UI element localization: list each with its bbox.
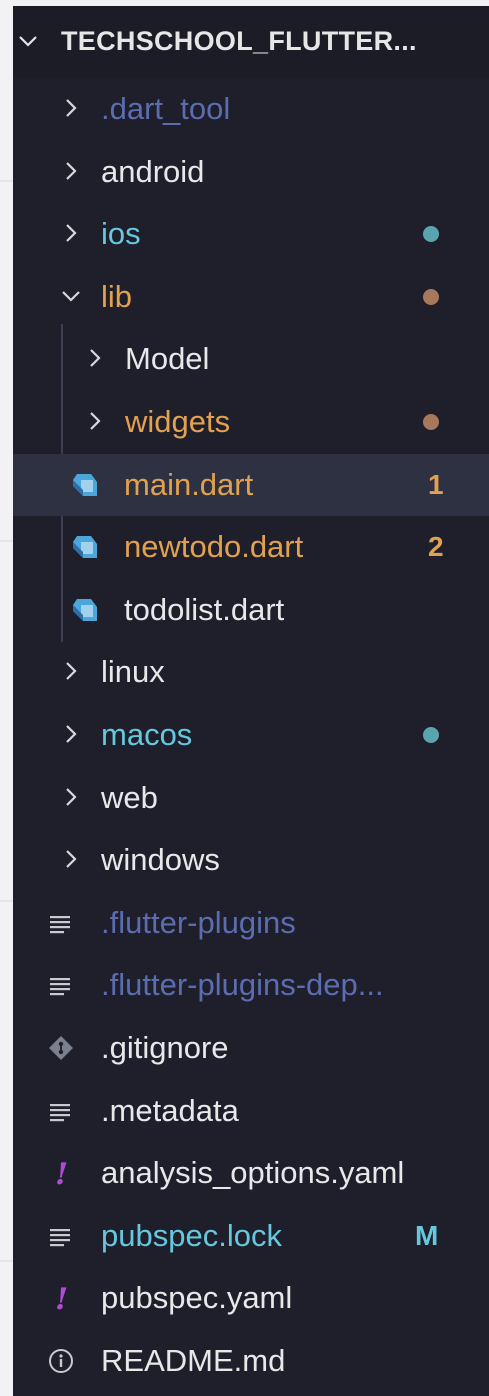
- file-row-todolist-dart[interactable]: todolist.dart: [13, 579, 489, 641]
- text-lines-icon: [50, 915, 70, 933]
- folder-row-widgets[interactable]: widgets: [13, 391, 489, 453]
- file-row-gitignore[interactable]: .gitignore: [13, 1017, 489, 1079]
- chevron-right-icon: [66, 787, 77, 806]
- dart-icon: [73, 536, 97, 559]
- item-label: main.dart: [124, 466, 254, 502]
- dart-icon: [73, 598, 97, 621]
- problem-count-badge: 2: [428, 531, 444, 563]
- file-row-metadata[interactable]: .metadata: [13, 1080, 489, 1142]
- chevron-right-icon: [90, 349, 101, 368]
- file-row-flutter-plugins[interactable]: .flutter-plugins: [13, 892, 489, 954]
- item-label: android: [101, 153, 205, 189]
- text-lines-icon: [50, 1228, 70, 1246]
- folder-row-web[interactable]: web: [13, 767, 489, 829]
- item-label: .metadata: [101, 1092, 239, 1128]
- folder-row-android[interactable]: android: [13, 141, 489, 203]
- git-status-dot: [423, 288, 439, 305]
- text-lines-icon: [50, 978, 70, 996]
- yaml-icon: !: [55, 1158, 68, 1188]
- file-row-main-dart[interactable]: main.dart 1: [13, 453, 489, 516]
- chevron-right-icon: [66, 161, 77, 180]
- chevron-right-icon: [66, 725, 77, 743]
- folder-row-lib[interactable]: lib: [13, 266, 489, 328]
- folder-row-macos[interactable]: macos: [13, 704, 489, 766]
- file-row-readme-md[interactable]: README.md: [13, 1330, 489, 1392]
- item-label: windows: [101, 842, 220, 878]
- folder-row-dart-tool[interactable]: .dart_tool: [13, 78, 489, 140]
- svg-text:!: !: [55, 1283, 68, 1313]
- item-label: todolist.dart: [124, 591, 285, 627]
- item-label: newtodo.dart: [124, 529, 304, 565]
- folder-row-linux[interactable]: linux: [13, 641, 489, 703]
- item-label: analysis_options.yaml: [101, 1155, 405, 1191]
- git-status-dot: [423, 727, 439, 743]
- item-label: lib: [101, 278, 133, 314]
- item-label: pubspec.lock: [101, 1217, 282, 1253]
- item-label: README.md: [101, 1343, 286, 1378]
- text-lines-icon: [50, 1103, 70, 1121]
- explorer-title: TECHSCHOOL_FLUTTER...: [61, 26, 417, 56]
- item-label: ios: [101, 216, 141, 252]
- item-label: pubspec.yaml: [101, 1280, 293, 1316]
- chevron-right-icon: [66, 99, 77, 117]
- svg-text:!: !: [55, 1158, 68, 1188]
- file-row-analysis-options-yaml[interactable]: ! analysis_options.yaml: [13, 1142, 489, 1204]
- problem-count-badge: 1: [428, 468, 444, 500]
- chevron-down-icon: [62, 291, 80, 302]
- file-explorer-panel: TECHSCHOOL_FLUTTER... .dart_toolandroid i…: [13, 6, 489, 1396]
- file-row-flutter-plugins-dep[interactable]: .flutter-plugins-dep...: [13, 954, 489, 1016]
- item-label: .flutter-plugins-dep...: [101, 967, 384, 1003]
- git-status-dot: [423, 414, 439, 430]
- item-label: widgets: [125, 404, 231, 439]
- chevron-right-icon: [90, 412, 101, 430]
- chevron-down-icon: [19, 36, 37, 47]
- explorer-section-header[interactable]: TECHSCHOOL_FLUTTER...: [13, 6, 489, 78]
- git-icon: [49, 1036, 73, 1060]
- item-label: macos: [101, 717, 193, 752]
- file-row-pubspec-lock[interactable]: pubspec.lock M: [13, 1205, 489, 1267]
- file-row-newtodo-dart[interactable]: newtodo.dart 2: [13, 516, 489, 578]
- file-row-pubspec-yaml[interactable]: ! pubspec.yaml: [13, 1267, 489, 1329]
- item-label: .flutter-plugins: [101, 904, 296, 940]
- chevron-right-icon: [66, 850, 77, 868]
- yaml-icon: !: [55, 1283, 68, 1313]
- chevron-right-icon: [66, 662, 77, 681]
- folder-row-ios[interactable]: ios: [13, 203, 489, 265]
- item-label: .gitignore: [101, 1030, 229, 1065]
- git-modified-badge: M: [415, 1219, 439, 1251]
- chevron-right-icon: [66, 224, 77, 242]
- git-status-dot: [423, 226, 439, 243]
- folder-row-windows[interactable]: windows: [13, 829, 489, 891]
- info-icon: [49, 1349, 73, 1373]
- item-label: linux: [101, 654, 165, 690]
- dart-icon: [73, 473, 97, 496]
- item-label: .dart_tool: [101, 91, 231, 126]
- folder-row-model[interactable]: Model: [13, 328, 489, 390]
- item-label: Model: [125, 341, 210, 377]
- item-label: web: [101, 779, 158, 815]
